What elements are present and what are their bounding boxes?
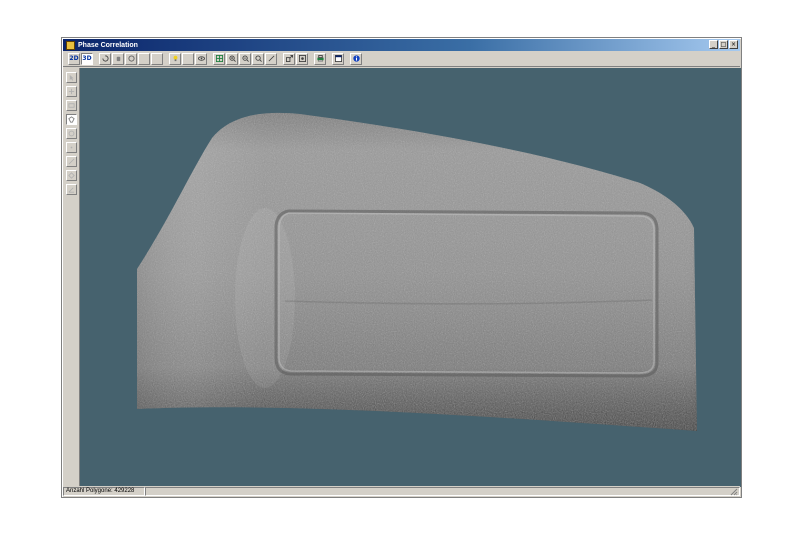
cross-select-icon[interactable] [65,86,77,97]
orbit-icon[interactable] [125,52,137,65]
application-window: Phase Correlation _ □ × 2D 3D Anzahl Pol… [61,37,742,498]
view-3d-button[interactable]: 3D [81,52,93,65]
window-icon[interactable] [332,52,344,65]
lasso-icon[interactable] [65,114,77,125]
blank-tool-2-icon[interactable] [151,52,163,65]
window-controls: _ □ × [709,40,738,49]
line-tool-icon[interactable] [65,156,77,167]
export-icon[interactable] [283,52,295,65]
light-icon[interactable] [169,52,181,65]
angle-tool-icon[interactable] [65,184,77,195]
point-tool-icon[interactable] [65,142,77,153]
settings-icon[interactable] [296,52,308,65]
maximize-button[interactable]: □ [719,40,728,49]
hand-icon[interactable] [112,52,124,65]
title-bar[interactable]: Phase Correlation _ □ × [63,39,740,51]
diamond-tool-icon[interactable] [65,170,77,181]
window-title: Phase Correlation [78,41,138,49]
print-icon[interactable] [314,52,326,65]
polygon-count: Anzahl Polygone: 429228 [63,486,145,496]
grid-icon[interactable] [213,52,225,65]
rotate-icon[interactable] [99,52,111,65]
blank-tool-1-icon[interactable] [138,52,150,65]
resize-grip-icon[interactable] [730,488,738,496]
close-button[interactable]: × [729,40,738,49]
side-toolbar [63,68,80,487]
main-toolbar: 2D 3D [63,51,740,67]
measure-icon[interactable] [265,52,277,65]
rect-select-icon[interactable] [65,100,77,111]
zoom-fit-icon[interactable] [252,52,264,65]
select-arrow-icon[interactable] [65,72,77,83]
eye-icon[interactable] [195,52,207,65]
status-pane-empty [145,486,740,496]
status-bar: Anzahl Polygone: 429228 [63,486,740,496]
app-icon [66,40,75,50]
info-icon[interactable] [350,52,362,65]
minimize-button[interactable]: _ [709,40,718,49]
zoom-in-icon[interactable] [226,52,238,65]
surface-render [137,112,697,432]
circle-select-icon[interactable] [65,128,77,139]
view-2d-button[interactable]: 2D [68,52,80,65]
blank-tool-3-icon[interactable] [182,52,194,65]
zoom-out-icon[interactable] [239,52,251,65]
3d-viewport[interactable] [80,68,741,487]
